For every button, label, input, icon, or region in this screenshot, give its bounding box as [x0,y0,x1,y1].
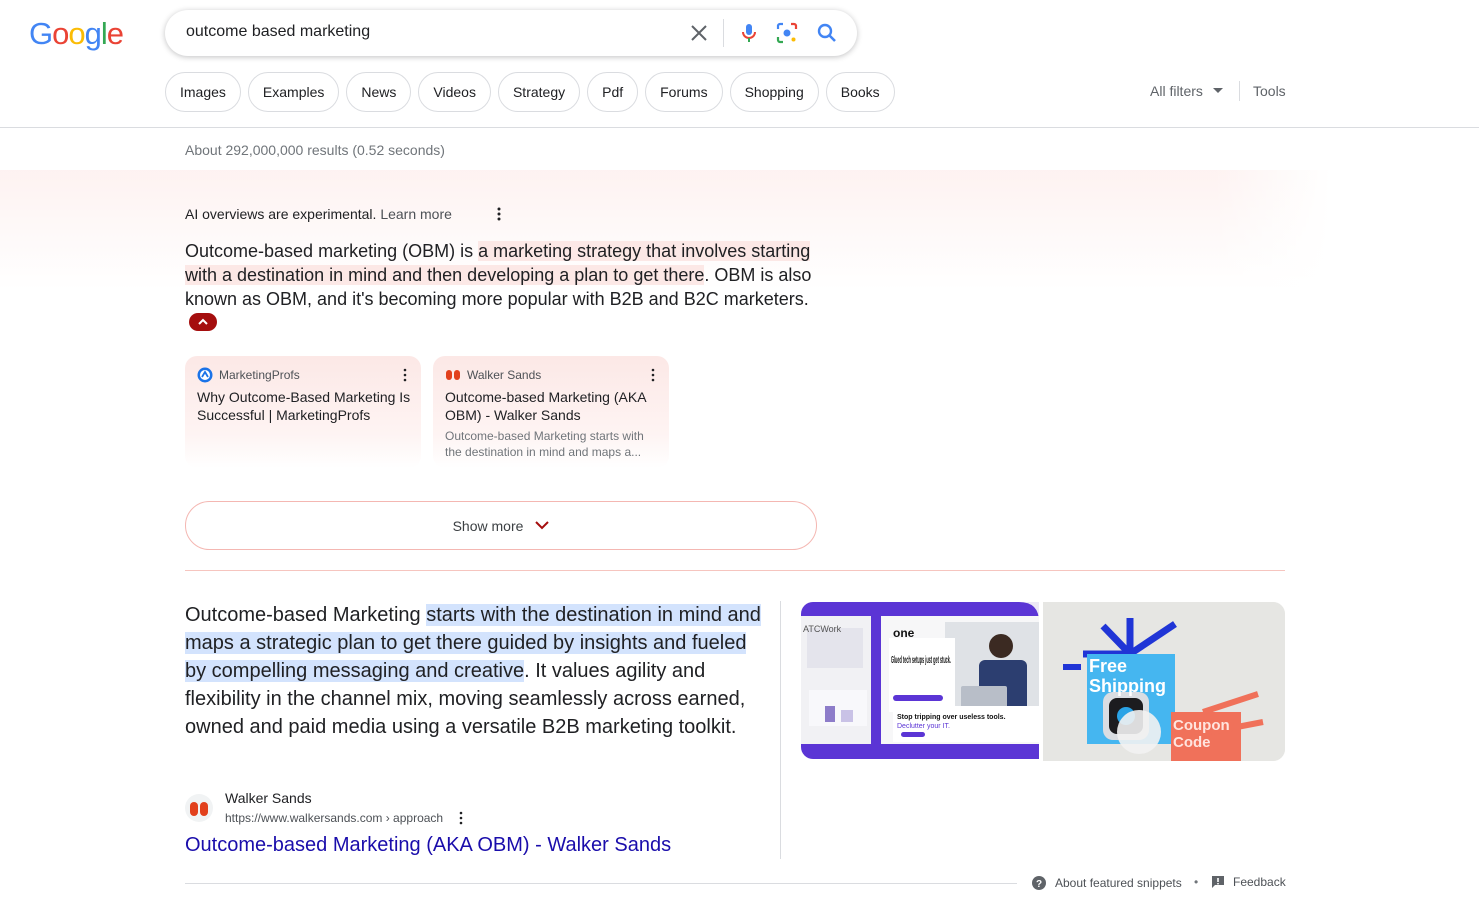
chip-videos[interactable]: Videos [418,72,491,112]
more-options-icon[interactable] [649,368,657,382]
more-options-icon[interactable] [492,205,506,223]
ad-subline2-text: Declutter your IT. [897,723,950,730]
chip-shopping[interactable]: Shopping [729,72,819,112]
mic-icon[interactable] [737,21,761,45]
source-title[interactable]: Outcome-based Marketing (AKA OBM) - Walk… [445,388,659,424]
svg-text:?: ? [1036,879,1042,890]
logo-letter: g [84,16,102,51]
filter-separator [1239,81,1240,101]
search-input[interactable]: outcome based marketing [186,23,370,41]
about-featured-snippets[interactable]: ? About featured snippets [1031,875,1182,891]
search-box[interactable]: outcome based marketing [165,10,857,56]
feedback-button[interactable]: Feedback [1211,875,1286,889]
clear-icon[interactable] [687,21,711,45]
source-url[interactable]: https://www.walkersands.com › approach [225,811,443,825]
more-options-icon[interactable] [457,811,465,825]
walker-sands-logo-icon [190,802,208,816]
tools-button[interactable]: Tools [1253,83,1286,99]
header-divider [0,127,1479,128]
logo-letter: e [106,16,124,51]
ai-overview-note: AI overviews are experimental. Learn mor… [185,206,452,222]
caret-down-icon [1212,88,1223,93]
chip-examples[interactable]: Examples [247,72,340,112]
more-options-icon[interactable] [401,368,409,382]
source-card-walkersands[interactable]: Walker Sands Outcome-based Marketing (AK… [433,356,669,468]
ai-text-pre: Outcome-based marketing (OBM) is [185,241,479,261]
ad-brand-text: one [893,626,915,640]
result-title-link[interactable]: Outcome-based Marketing (AKA OBM) - Walk… [185,834,671,857]
chip-news[interactable]: News [346,72,412,112]
snippet-bottom-divider [185,883,1017,884]
feedback-icon [1212,876,1224,888]
all-filters-button[interactable]: All filters [1150,83,1223,99]
google-logo[interactable]: Google [29,16,124,52]
feedback-label: Feedback [1233,875,1286,889]
shipping-text: Shipping [1089,676,1166,696]
chip-strategy[interactable]: Strategy [497,72,581,112]
collapse-sources-button[interactable] [189,313,217,332]
featured-snippet-text: Outcome-based Marketing starts with the … [185,601,765,741]
ad-corner-text: ATCWork [803,624,842,634]
logo-letter: G [29,16,53,51]
ai-overview-divider [185,570,1285,571]
fs-text-pre: Outcome-based Marketing [185,604,427,626]
show-more-button[interactable]: Show more [185,501,817,550]
shipping-illustration: Free Shipping Coupon Code [1043,602,1285,761]
logo-letter: o [68,16,85,51]
source-site: MarketingProfs [219,368,300,382]
snippet-divider [780,601,781,859]
learn-more-link[interactable]: Learn more [380,206,452,222]
chip-images[interactable]: Images [165,72,241,112]
ad-illustration: one Glued tech setups just get stuck. St… [801,602,1039,759]
show-more-label: Show more [452,517,524,534]
footer-bullet: • [1194,875,1199,889]
ad-headline-text: Glued tech setups just get stuck. [891,655,951,666]
walker-sands-favicon [446,370,460,380]
source-title[interactable]: Why Outcome-Based Marketing Is Successfu… [197,388,411,424]
about-snippets-label: About featured snippets [1055,876,1182,890]
source-snippet: Outcome-based Marketing starts with the … [445,429,644,459]
chevron-down-icon [535,521,550,530]
ai-note-text: AI overviews are experimental. [185,206,377,222]
help-icon: ? [1032,876,1046,890]
logo-letter: o [52,16,69,51]
coupon-text: Coupon [1173,717,1230,734]
chevron-up-icon [198,318,208,325]
code-text: Code [1173,734,1211,751]
free-text: Free [1089,656,1127,676]
result-stats: About 292,000,000 results (0.52 seconds) [185,142,445,158]
lens-icon[interactable] [775,21,799,45]
walker-sands-favicon [185,794,213,822]
search-icon[interactable] [815,21,839,45]
filter-chips: Images Examples News Videos Strategy Pdf… [165,72,895,112]
chip-books[interactable]: Books [825,72,895,112]
snippet-image-one-ad[interactable]: one Glued tech setups just get stuck. St… [801,602,1039,759]
source-name[interactable]: Walker Sands [225,790,312,806]
chip-forums[interactable]: Forums [645,72,723,112]
snippet-image-shipping-ad[interactable]: Free Shipping Coupon Code [1043,602,1285,761]
all-filters-label: All filters [1150,83,1203,99]
chip-pdf[interactable]: Pdf [587,72,639,112]
source-site: Walker Sands [467,368,542,382]
marketingprofs-favicon [197,367,213,383]
ad-subline-text: Stop tripping over useless tools. [897,714,1006,721]
source-card-marketingprofs[interactable]: MarketingProfs Why Outcome-Based Marketi… [185,356,421,468]
ai-overview-text: Outcome-based marketing (OBM) is a marke… [185,239,825,335]
search-divider [723,19,724,47]
